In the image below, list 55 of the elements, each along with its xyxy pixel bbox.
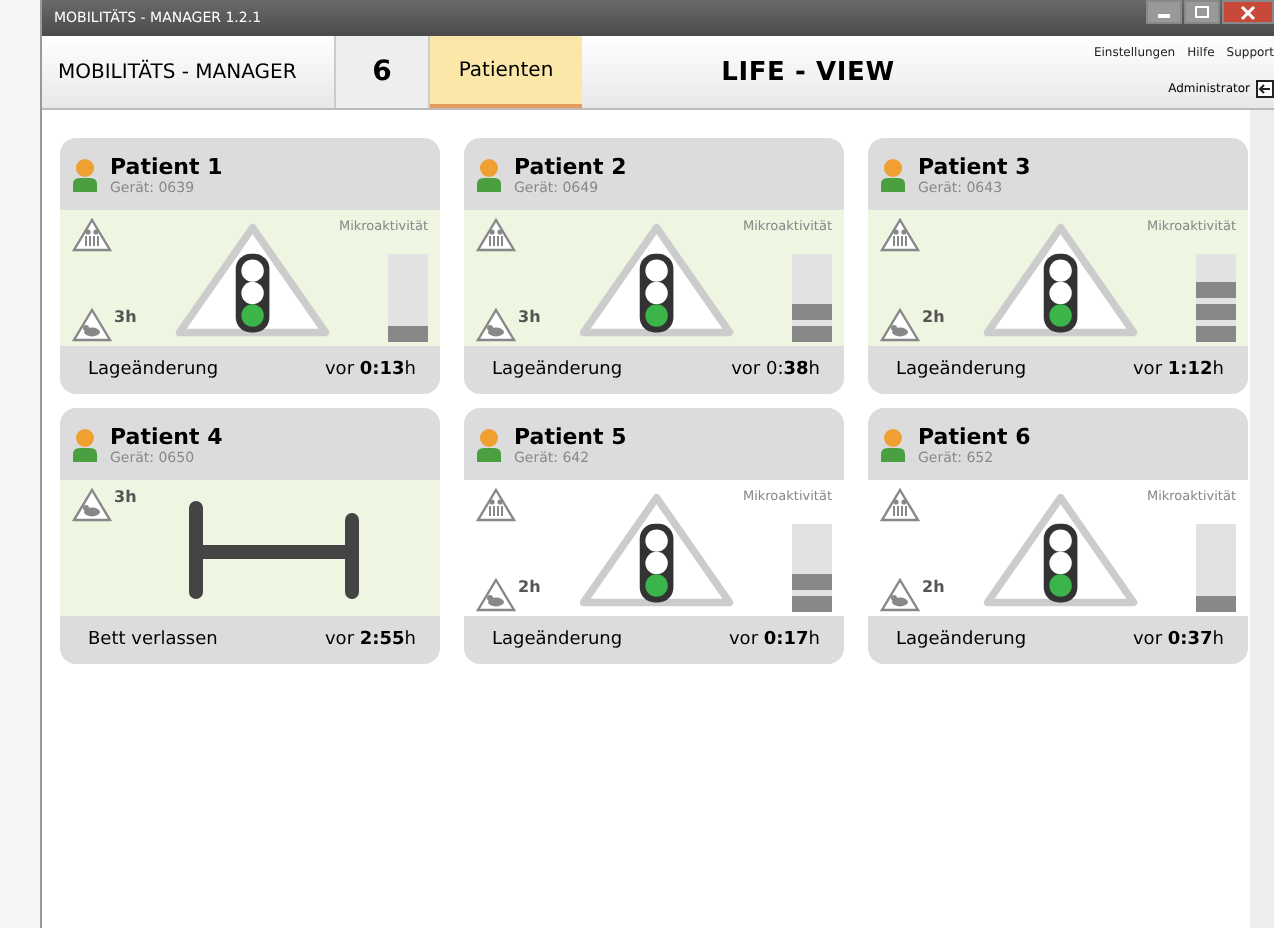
event-label: Lageänderung: [896, 360, 1027, 380]
person-icon: [880, 427, 906, 461]
minimize-button[interactable]: [1146, 0, 1182, 24]
event-time: vor 2:55h: [324, 630, 416, 650]
traffic-light-warning-icon: [577, 488, 735, 612]
view-title: LIFE - VIEW: [719, 55, 897, 91]
warning-lying-icon: [476, 308, 516, 342]
warning-lying-icon: [880, 308, 920, 342]
event-time: vor 0:37h: [1132, 630, 1224, 650]
traffic-light-warning-icon: [981, 488, 1139, 612]
duration-label: 2h: [922, 308, 945, 326]
event-time: vor 0:17h: [728, 630, 820, 650]
patient-name: Patient 5: [514, 423, 627, 449]
patient-count: 6: [336, 36, 430, 108]
duration-label: 2h: [518, 578, 541, 596]
event-time: vor 0:38h: [731, 360, 820, 380]
warning-lying-icon: [476, 578, 516, 612]
event-label: Bett verlassen: [88, 630, 218, 650]
patient-name: Patient 4: [110, 423, 223, 449]
maximize-button[interactable]: [1184, 0, 1220, 24]
maximize-icon: [1194, 6, 1210, 18]
event-time: vor 1:12h: [1132, 360, 1224, 380]
event-time: vor 0:13h: [324, 360, 416, 380]
patients-tab[interactable]: Patienten: [430, 36, 582, 108]
patient-name: Patient 6: [918, 423, 1031, 449]
event-label: Lageänderung: [492, 630, 623, 650]
warning-person-icon: [476, 488, 516, 522]
close-icon: [1240, 5, 1256, 19]
warning-lying-icon: [72, 308, 112, 342]
patient-name: Patient 1: [110, 153, 223, 179]
event-label: Lageänderung: [492, 360, 623, 380]
close-button[interactable]: [1222, 0, 1274, 24]
warning-person-icon: [476, 218, 516, 252]
warning-person-icon: [880, 488, 920, 522]
patient-name: Patient 3: [918, 153, 1031, 179]
warning-lying-icon: [72, 488, 112, 522]
event-label: Lageänderung: [896, 630, 1027, 650]
duration-label: 3h: [114, 308, 137, 326]
duration-label: 3h: [518, 308, 541, 326]
event-label: Lageänderung: [88, 360, 219, 380]
patient-name: Patient 2: [514, 153, 627, 179]
person-icon: [476, 427, 502, 461]
person-icon: [880, 157, 906, 191]
warning-person-icon: [72, 218, 112, 252]
traffic-light-warning-icon: [981, 218, 1139, 342]
warning-person-icon: [880, 218, 920, 252]
warning-lying-icon: [880, 578, 920, 612]
duration-label: 3h: [114, 488, 137, 506]
logout-icon[interactable]: [1256, 80, 1274, 98]
traffic-light-warning-icon: [173, 218, 331, 342]
person-icon: [72, 157, 98, 191]
person-icon: [476, 157, 502, 191]
duration-label: 2h: [922, 578, 945, 596]
traffic-light-warning-icon: [577, 218, 735, 342]
person-icon: [72, 427, 98, 461]
